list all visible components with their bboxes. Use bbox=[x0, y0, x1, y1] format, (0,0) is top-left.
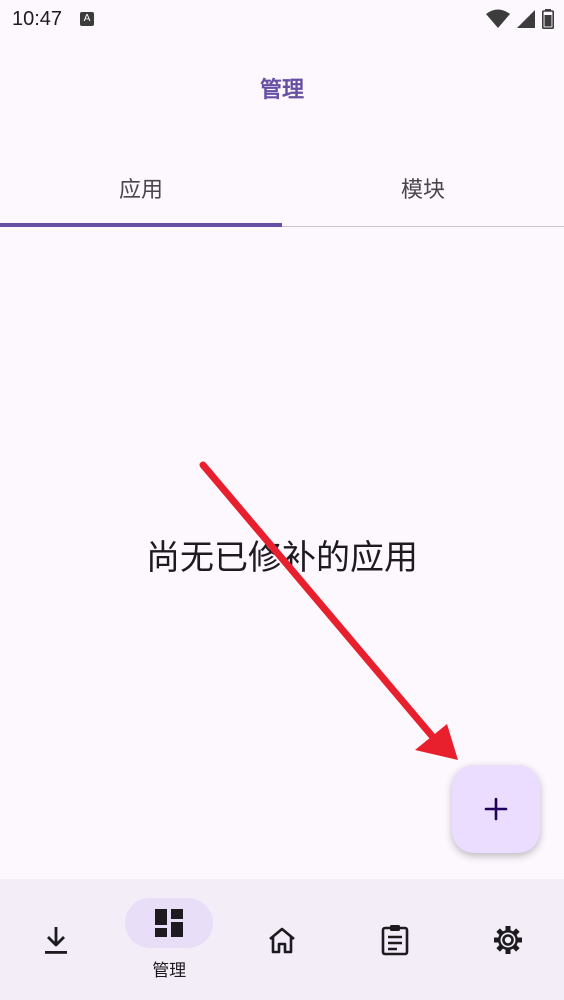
gear-icon bbox=[493, 925, 522, 954]
add-button[interactable] bbox=[452, 765, 540, 853]
nav-pill-manage bbox=[125, 898, 214, 948]
nav-item-home[interactable] bbox=[226, 879, 339, 1000]
status-time: 10:47 bbox=[12, 7, 63, 30]
notification-a-icon: A bbox=[80, 12, 95, 26]
page-title: 管理 bbox=[259, 78, 304, 103]
nav-label-manage: 管理 bbox=[152, 961, 187, 981]
bottom-navigation: 管理 bbox=[0, 879, 564, 1000]
tab-bar: 应用 模块 bbox=[0, 150, 564, 227]
tab-modules-label: 模块 bbox=[400, 178, 445, 203]
status-left: 10:47 A bbox=[12, 7, 95, 31]
nav-pill-logs bbox=[351, 915, 439, 965]
tab-modules[interactable]: 模块 bbox=[282, 150, 564, 226]
nav-pill-home bbox=[238, 915, 326, 965]
nav-item-logs[interactable] bbox=[338, 879, 451, 1000]
add-icon bbox=[484, 797, 508, 821]
wifi-icon bbox=[486, 9, 510, 28]
home-icon bbox=[269, 927, 295, 953]
dashboard-icon bbox=[155, 909, 184, 937]
tab-apps-label: 应用 bbox=[118, 178, 163, 203]
status-bar: 10:47 A bbox=[0, 0, 564, 38]
battery-icon bbox=[542, 9, 554, 29]
clipboard-icon bbox=[381, 924, 409, 955]
nav-pill-download bbox=[12, 915, 100, 965]
signal-icon bbox=[517, 10, 535, 28]
empty-state-message: 尚无已修补的应用 bbox=[146, 538, 418, 578]
nav-pill-settings bbox=[464, 915, 552, 965]
nav-item-manage[interactable]: 管理 bbox=[113, 879, 226, 1000]
nav-item-settings[interactable] bbox=[451, 879, 564, 1000]
tab-apps[interactable]: 应用 bbox=[0, 150, 282, 227]
status-right bbox=[486, 9, 554, 29]
download-icon bbox=[45, 926, 68, 954]
nav-item-download[interactable] bbox=[0, 879, 113, 1000]
